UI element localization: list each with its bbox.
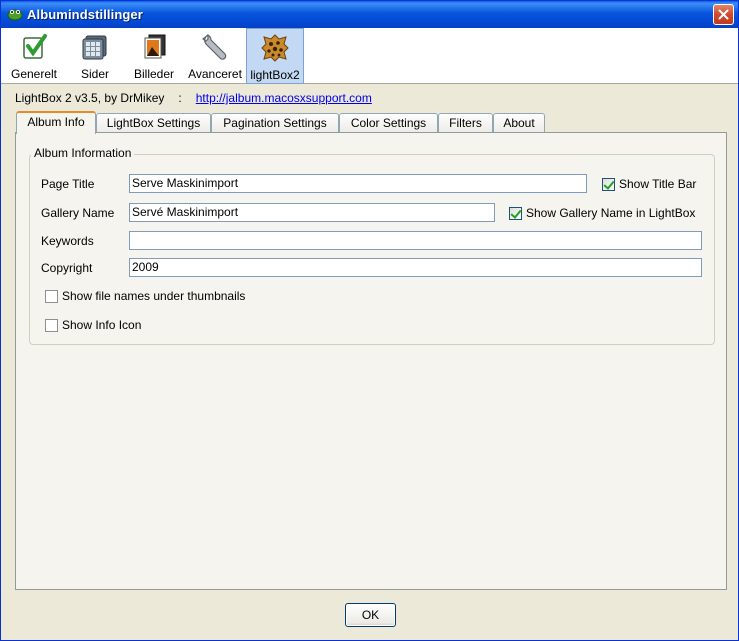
tab-filters[interactable]: Filters: [438, 113, 493, 133]
copyright-label: Copyright: [41, 261, 93, 275]
close-button[interactable]: [713, 4, 734, 25]
info-separator: :: [178, 91, 182, 105]
wrench-icon: [201, 33, 227, 60]
checkbox-checked-icon: [602, 177, 615, 191]
tab-lightbox-settings[interactable]: LightBox Settings: [96, 113, 211, 133]
leopard-skin-icon: [261, 34, 289, 62]
ok-button[interactable]: OK: [345, 603, 396, 627]
page-title-field[interactable]: Serve Maskinimport: [129, 174, 587, 193]
keywords-field[interactable]: [129, 231, 702, 250]
tab-pagination-settings[interactable]: Pagination Settings: [211, 113, 339, 133]
show-title-bar-checkbox[interactable]: Show Title Bar: [602, 177, 696, 191]
check-clipboard-icon: [23, 34, 47, 59]
page-title-label: Page Title: [41, 177, 95, 191]
tab-album-info[interactable]: Album Info: [16, 111, 96, 134]
title-bar[interactable]: Albumindstillinger: [1, 1, 738, 28]
toolbar-item-lightbox2[interactable]: lightBox2: [246, 28, 304, 84]
jalbum-frog-icon: [7, 9, 23, 21]
skin-info: LightBox 2 v3.5, by DrMikey: http://jalbu…: [15, 91, 372, 105]
album-info-panel: Album Information Page Title Serve Maski…: [15, 132, 727, 590]
toolbar-label: lightBox2: [250, 68, 300, 82]
skin-version-text: LightBox 2 v3.5, by DrMikey: [15, 91, 165, 105]
checkbox-label: Show Gallery Name in LightBox: [526, 206, 696, 220]
toolbar-item-generelt[interactable]: Generelt: [8, 28, 60, 84]
category-toolbar: Generelt Sider Billeder Avanceret lightB…: [1, 28, 738, 84]
close-icon: [718, 9, 729, 20]
images-icon: [144, 34, 166, 59]
skin-homepage-link[interactable]: http://jalbum.macosxsupport.com: [196, 91, 372, 105]
toolbar-item-avanceret[interactable]: Avanceret: [186, 28, 244, 84]
toolbar-label: Billeder: [133, 67, 175, 81]
toolbar-item-sider[interactable]: Sider: [69, 28, 121, 84]
toolbar-label: Sider: [80, 67, 109, 81]
window-title: Albumindstillinger: [27, 7, 143, 22]
tab-color-settings[interactable]: Color Settings: [339, 113, 438, 133]
checkbox-unchecked-icon: [45, 289, 58, 303]
checkbox-label: Show Title Bar: [619, 177, 697, 191]
toolbar-label: Generelt: [10, 67, 58, 81]
settings-window: Albumindstillinger Generelt Sider Billed…: [0, 0, 739, 641]
toolbar-label: Avanceret: [188, 67, 242, 81]
gallery-name-label: Gallery Name: [41, 206, 115, 220]
show-file-names-checkbox[interactable]: Show file names under thumbnails: [45, 289, 245, 303]
tab-about[interactable]: About: [493, 113, 545, 133]
toolbar-item-billeder[interactable]: Billeder: [128, 28, 180, 84]
checkbox-label: Show file names under thumbnails: [62, 289, 246, 303]
checkbox-unchecked-icon: [45, 318, 58, 332]
pages-grid-icon: [82, 35, 107, 60]
checkbox-label: Show Info Icon: [62, 318, 142, 332]
show-info-icon-checkbox[interactable]: Show Info Icon: [45, 318, 141, 332]
gallery-name-field[interactable]: Servé Maskinimport: [129, 203, 495, 222]
checkbox-checked-icon: [509, 206, 522, 220]
show-gallery-name-checkbox[interactable]: Show Gallery Name in LightBox: [509, 206, 695, 220]
group-title: Album Information: [31, 146, 135, 160]
keywords-label: Keywords: [41, 234, 94, 248]
copyright-field[interactable]: 2009: [129, 258, 702, 277]
